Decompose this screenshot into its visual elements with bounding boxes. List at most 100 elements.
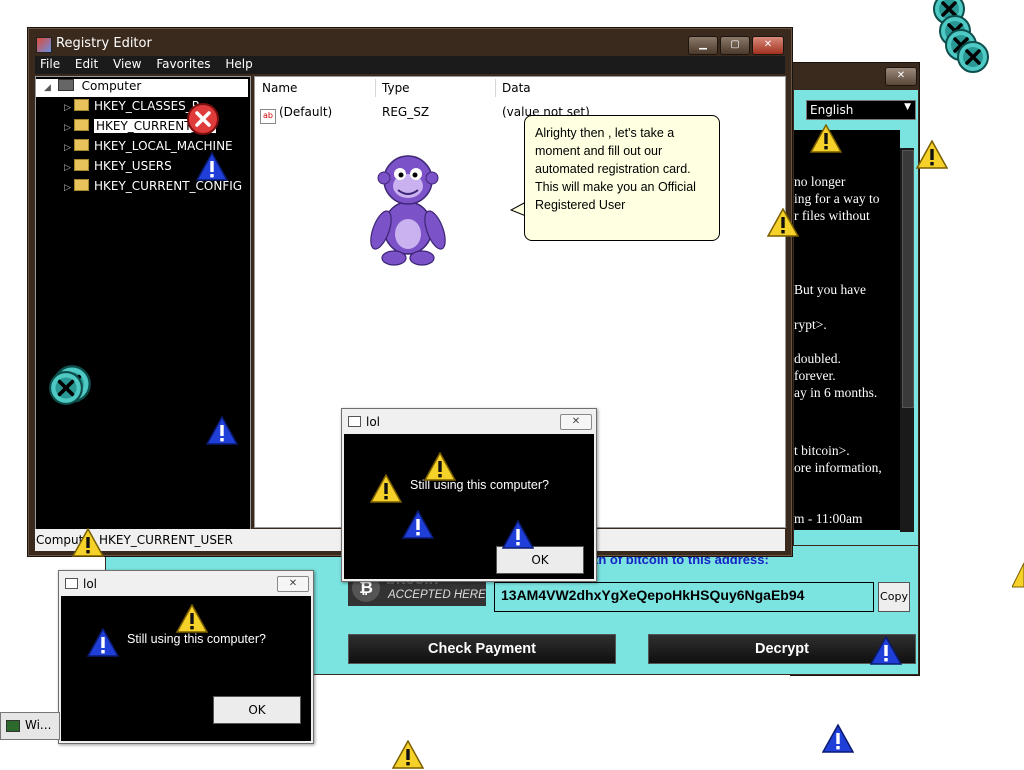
speech-bubble: Alrighty then , let's take a moment and … — [524, 115, 720, 241]
column-header-name[interactable]: Name — [262, 81, 297, 95]
ransom-close-button[interactable]: ✕ — [885, 67, 917, 86]
status-path: HKEY_CURRENT_USER — [99, 533, 233, 547]
note-line: ay in 6 months. — [794, 385, 878, 400]
bubble-line: moment and fill out our — [535, 144, 663, 158]
column-header-data[interactable]: Data — [502, 81, 531, 95]
warning-icon — [370, 474, 402, 504]
accepted-here: ACCEPTED HERE — [388, 589, 486, 601]
language-select[interactable]: English ▼ — [806, 100, 916, 120]
registry-tree: ◢ Computer ▷ HKEY_CLASSES_R ▷ HKEY_CURRENT… — [35, 76, 251, 530]
tree-item-label: Computer — [81, 79, 142, 93]
dialog-title: lol — [366, 415, 381, 429]
menu-favorites[interactable]: Favorites — [151, 56, 216, 71]
note-line: ing for a way to — [794, 191, 880, 206]
warning-icon — [206, 416, 238, 446]
menu-view[interactable]: View — [108, 56, 147, 71]
warning-icon — [196, 152, 228, 182]
warning-icon — [767, 208, 799, 238]
bitcoin-address: 13AM4VW2dhxYgXeQepoHkHSQuy6NgaEb94 — [501, 587, 805, 603]
bitcoin-address-field[interactable]: 13AM4VW2dhxYgXeQepoHkHSQuy6NgaEb94 — [494, 582, 874, 612]
note-line: m - 11:00am — [794, 511, 863, 526]
tree-item-computer[interactable]: ◢ Computer — [36, 79, 248, 97]
note-line: rypt>. — [794, 317, 827, 332]
tree-item-hkey-classes-root[interactable]: ▷ HKEY_CLASSES_R — [64, 99, 200, 117]
check-payment-button[interactable]: Check Payment — [348, 634, 616, 664]
warning-icon — [424, 452, 456, 482]
error-icon — [186, 102, 220, 136]
computer-icon — [57, 79, 74, 91]
lol-dialog: lol ✕ Still using this computer? OK — [58, 570, 314, 744]
dialog-title: lol — [83, 577, 98, 591]
minimize-button[interactable]: ▁ — [688, 36, 718, 55]
note-line: ore information, — [794, 460, 882, 475]
value-name-cell: ab (Default) — [260, 105, 332, 124]
check-payment-label: Check Payment — [428, 641, 536, 657]
note-line: forever. — [794, 368, 836, 383]
dialog-close-button[interactable]: ✕ — [560, 414, 592, 430]
close-button[interactable]: ✕ — [752, 36, 784, 55]
note-scrollbar[interactable] — [900, 148, 914, 532]
ok-button[interactable]: OK — [213, 696, 301, 724]
tree-item-label: HKEY_LOCAL_MACHINE — [94, 139, 233, 153]
language-value: English — [810, 103, 854, 117]
window-icon — [65, 578, 78, 589]
ransom-note-text: no longer ing for a way to r files witho… — [794, 130, 900, 530]
warning-icon — [392, 740, 424, 770]
error-icon — [956, 40, 990, 74]
purple-gorilla-icon[interactable] — [366, 150, 450, 268]
value-type: REG_SZ — [382, 105, 430, 119]
warning-icon — [72, 528, 104, 558]
note-line: But you have — [794, 282, 866, 297]
bubble-line: Registered User — [535, 198, 626, 212]
menu-file[interactable]: File — [35, 56, 66, 71]
dialog-close-button[interactable]: ✕ — [277, 576, 309, 592]
warning-icon — [402, 510, 434, 540]
tree-item-label: HKEY_USERS — [94, 159, 172, 173]
bubble-line: automated registration card. — [535, 162, 691, 176]
folder-icon — [74, 159, 89, 171]
window-title: Registry Editor — [56, 36, 152, 51]
folder-icon — [74, 139, 89, 151]
regedit-titlebar[interactable]: Registry Editor ▁ ▢ ✕ — [28, 28, 792, 58]
app-icon — [6, 720, 20, 732]
bubble-line: This will make you an Official — [535, 180, 696, 194]
error-icon — [48, 370, 84, 406]
menu-help[interactable]: Help — [220, 56, 258, 71]
dialog-message: Still using this computer? — [127, 632, 266, 646]
chevron-down-icon: ▼ — [904, 102, 911, 112]
folder-icon — [74, 179, 89, 191]
bubble-line: Alrighty then , let's take a — [535, 126, 675, 140]
column-header-type[interactable]: Type — [382, 81, 410, 95]
warning-icon — [916, 140, 948, 170]
warning-icon — [176, 604, 208, 634]
dialog-body: Still using this computer? OK — [344, 434, 594, 579]
ok-button[interactable]: OK — [496, 546, 584, 574]
folder-icon — [74, 119, 89, 131]
warning-icon — [502, 520, 534, 550]
warning-icon — [870, 636, 902, 666]
string-value-icon: ab — [260, 109, 276, 124]
warning-icon — [87, 628, 119, 658]
note-line: no longer — [794, 174, 846, 189]
warning-icon — [810, 124, 842, 154]
value-name: (Default) — [279, 105, 333, 119]
copy-button[interactable]: Copy — [878, 582, 910, 612]
tree-item-hkey-users[interactable]: ▷ HKEY_USERS — [64, 159, 172, 177]
taskbar-button[interactable]: Wi... — [0, 712, 60, 740]
note-line: t bitcoin>. — [794, 443, 850, 458]
warning-icon — [822, 724, 854, 754]
folder-icon — [74, 99, 89, 111]
menu-edit[interactable]: Edit — [70, 56, 104, 71]
lol-dialog: lol ✕ Still using this computer? OK — [341, 408, 597, 582]
taskbar-label: Wi... — [25, 718, 52, 732]
note-line: doubled. — [794, 351, 841, 366]
dialog-titlebar[interactable]: lol ✕ — [342, 409, 596, 433]
menu-bar: File Edit View Favorites Help — [35, 56, 785, 74]
tree-item-label: HKEY_CLASSES_R — [94, 99, 201, 113]
dialog-titlebar[interactable]: lol ✕ — [59, 571, 313, 595]
note-line: r files without — [794, 208, 870, 223]
decrypt-label: Decrypt — [755, 641, 809, 657]
warning-icon — [1012, 562, 1024, 588]
maximize-button[interactable]: ▢ — [720, 36, 750, 55]
regedit-app-icon — [36, 37, 52, 53]
